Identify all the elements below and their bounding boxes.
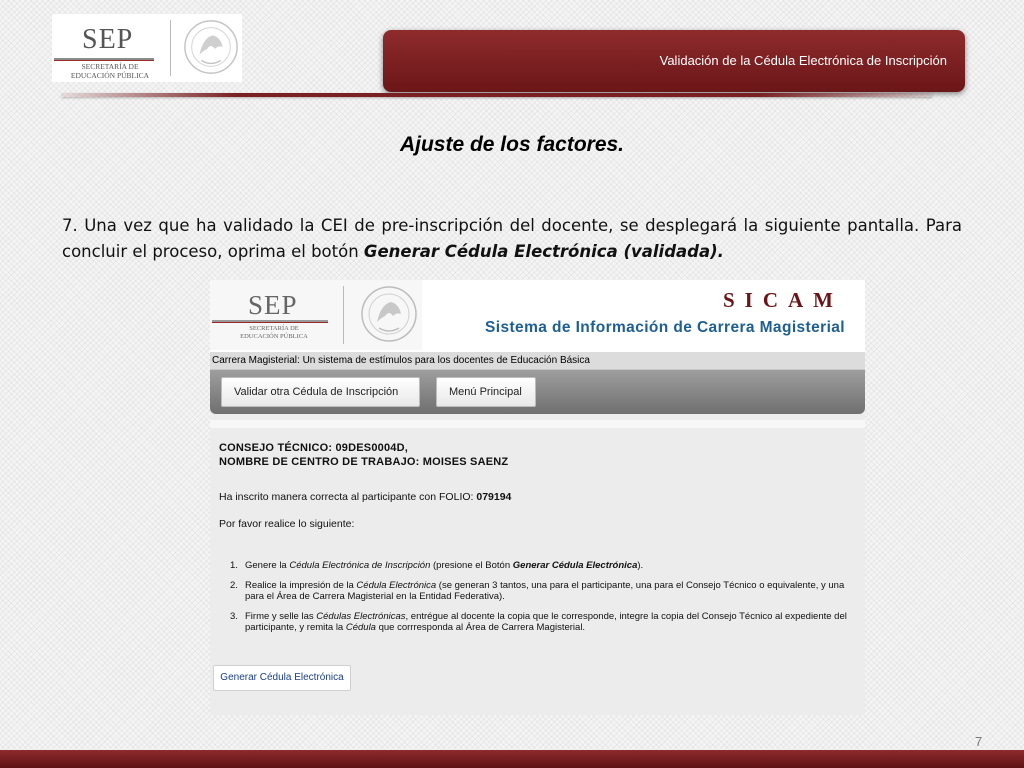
consejo-tecnico: CONSEJO TÉCNICO: 09DES0004D, [219, 442, 408, 454]
sep-logo-subtitle: SECRETARÍA DE EDUCACIÓN PÚBLICA [60, 62, 160, 80]
instruction-emphasis: Generar Cédula Electrónica (validada). [363, 242, 724, 261]
logo-divider [170, 20, 171, 76]
sep-logo: SEP SECRETARÍA DE EDUCACIÓN PÚBLICA [52, 14, 242, 82]
page-number: 7 [975, 734, 983, 749]
step-italic: Cédulas Electrónicas [316, 611, 406, 622]
step-number: 2. [230, 580, 238, 591]
step-number: 3. [230, 611, 238, 622]
list-item: 3. Firme y selle las Cédulas Electrónica… [222, 611, 862, 633]
instruction-paragraph: 7. Una vez que ha validado la CEI de pre… [62, 213, 962, 265]
step-text: (presione el Botón [430, 560, 513, 571]
sicam-logo-divider [343, 286, 344, 344]
step-italic: Cédula Electrónica [356, 580, 437, 591]
step-text: ). [637, 560, 644, 571]
sicam-logo-subtitle: SECRETARÍA DE EDUCACIÓN PÚBLICA [224, 325, 324, 341]
instruction-line: Por favor realice lo siguiente: [219, 518, 355, 530]
success-message: Ha inscrito manera correcta al participa… [219, 491, 511, 503]
sicam-sep-text: SEP [248, 290, 298, 320]
sicam-tagline-bar: Carrera Magisterial: Un sistema de estím… [210, 352, 865, 370]
list-item: 2. Realice la impresión de la Cédula Ele… [222, 580, 862, 602]
centro-trabajo: NOMBRE DE CENTRO DE TRABAJO: MOISES SAEN… [219, 456, 509, 468]
sicam-logo-sub-line1: SECRETARÍA DE [249, 325, 299, 332]
success-prefix: Ha inscrito manera correcta al participa… [219, 491, 477, 503]
step-text: Firme y selle las [245, 611, 317, 622]
sicam-app-name: Sistema de Información de Carrera Magist… [485, 319, 845, 336]
step-italic: Cédula [345, 622, 376, 633]
step-italic: Cédula Electrónica de Inscripción [289, 560, 431, 571]
step-text: que corrresponda al Área de Carrera Magi… [375, 622, 586, 633]
folio-value: 079194 [476, 491, 512, 503]
sicam-logo-sub-line2: EDUCACIÓN PÚBLICA [240, 333, 308, 340]
step-text: Genere la [245, 560, 290, 571]
step-text: Realice la impresión de la [245, 580, 357, 591]
steps-list: 1. Genere la Cédula Electrónica de Inscr… [222, 560, 862, 642]
sicam-logo-text: SICAM [722, 288, 843, 312]
step-bold-italic: Generar Cédula Electrónica [512, 560, 638, 571]
sicam-tagline: Carrera Magisterial: Un sistema de estím… [212, 355, 590, 366]
slide-heading: Ajuste de los factores. [399, 133, 625, 156]
step-number: 1. [230, 560, 238, 571]
validate-another-button[interactable]: Validar otra Cédula de Inscripción [221, 377, 420, 407]
mexico-coat-of-arms-icon [361, 286, 417, 342]
sicam-separator [210, 420, 865, 428]
generate-cedula-button[interactable]: Generar Cédula Electrónica [213, 665, 351, 691]
main-menu-button[interactable]: Menú Principal [436, 377, 536, 407]
slide-title-bar: Validación de la Cédula Electrónica de I… [383, 30, 965, 92]
sep-logo-sub-line1: SECRETARÍA DE [81, 62, 139, 71]
sep-logo-text: SEP [82, 24, 134, 55]
header-divider [62, 93, 932, 97]
mexico-coat-of-arms-icon [184, 20, 238, 74]
sicam-screenshot: SEP SECRETARÍA DE EDUCACIÓN PÚBLICA SICA… [210, 280, 865, 715]
sicam-header: SEP SECRETARÍA DE EDUCACIÓN PÚBLICA SICA… [210, 280, 865, 352]
sicam-logo-rule-red [212, 322, 328, 323]
slide-title: Validación de la Cédula Electrónica de I… [659, 53, 947, 68]
sep-logo-rule-red [54, 60, 154, 61]
sep-logo-sub-line2: EDUCACIÓN PÚBLICA [70, 71, 150, 80]
sicam-nav-bar: Validar otra Cédula de Inscripción Menú … [210, 370, 865, 414]
footer-bar [0, 750, 1024, 768]
sicam-sep-logo: SEP SECRETARÍA DE EDUCACIÓN PÚBLICA [210, 280, 422, 350]
list-item: 1. Genere la Cédula Electrónica de Inscr… [222, 560, 862, 571]
